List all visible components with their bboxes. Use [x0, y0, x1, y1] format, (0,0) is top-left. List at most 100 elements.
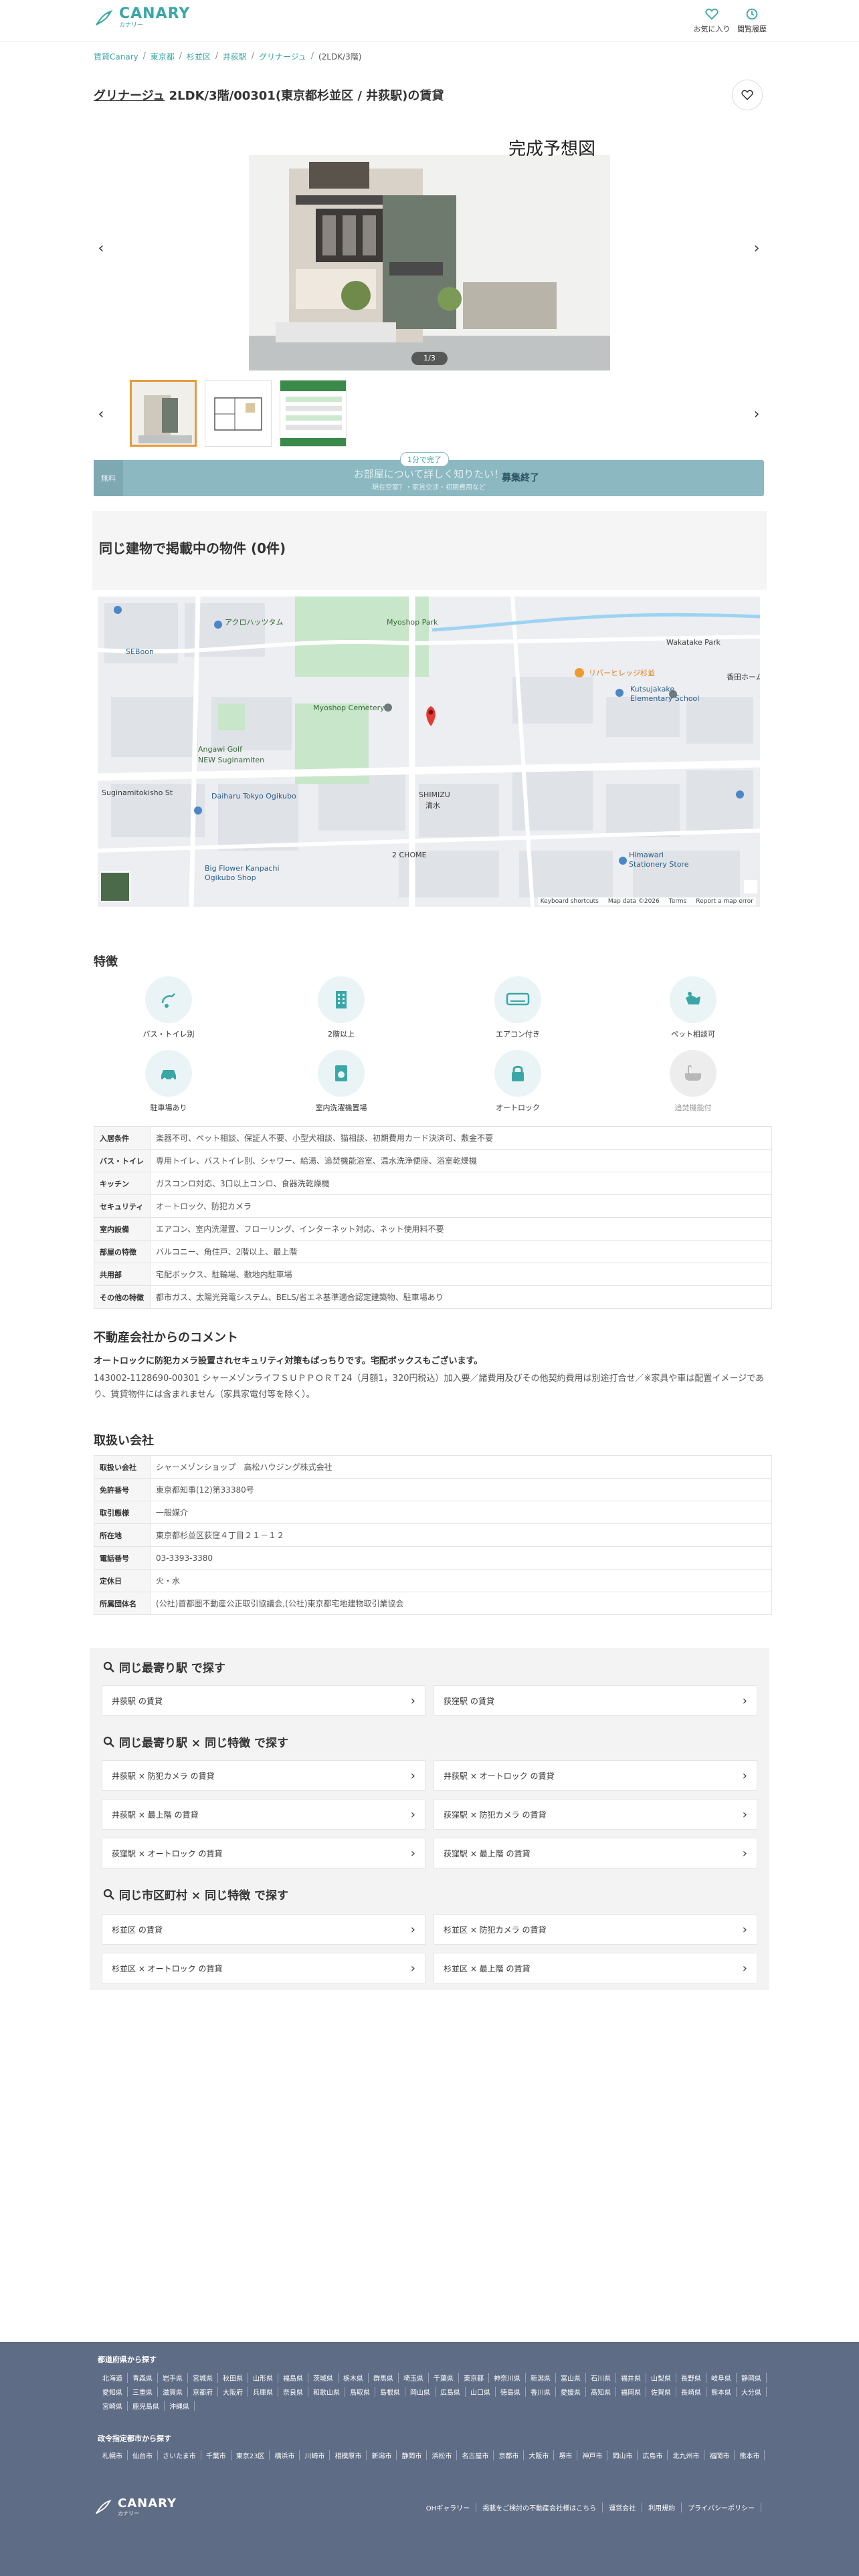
thumbs-next-arrow[interactable]: ›: [747, 404, 767, 424]
search-link[interactable]: 井荻駅 × オートロック の賃貸 ›: [434, 1760, 757, 1791]
search-link[interactable]: 荻窪駅 × 最上階 の賃貸 ›: [434, 1838, 757, 1868]
prefecture-link[interactable]: 埼玉県: [399, 2373, 429, 2383]
city-link[interactable]: 横浜市: [270, 2450, 300, 2460]
search-link[interactable]: 荻窪駅 の賃貸 ›: [434, 1685, 757, 1716]
favorite-toggle-button[interactable]: [732, 80, 763, 110]
prefecture-link[interactable]: 山梨県: [646, 2373, 676, 2383]
footer-link[interactable]: 利用規約: [642, 2502, 682, 2512]
prefecture-link[interactable]: 滋賀県: [158, 2387, 188, 2397]
breadcrumb-item[interactable]: グリナージュ: [259, 51, 306, 62]
prefecture-link[interactable]: 大阪府: [218, 2387, 248, 2397]
prefecture-link[interactable]: 山口県: [466, 2387, 496, 2397]
city-link[interactable]: 神戸市: [577, 2450, 608, 2460]
prefecture-link[interactable]: 宮崎県: [98, 2401, 128, 2411]
prefecture-link[interactable]: 徳島県: [496, 2387, 526, 2397]
search-link[interactable]: 井荻駅 × 防犯カメラ の賃貸 ›: [102, 1760, 425, 1791]
gallery-prev-arrow[interactable]: ‹: [91, 238, 111, 258]
prefecture-link[interactable]: 神奈川県: [489, 2373, 526, 2383]
prefecture-link[interactable]: 東京都: [459, 2373, 489, 2383]
city-link[interactable]: 静岡市: [397, 2450, 427, 2460]
prefecture-link[interactable]: 富山県: [556, 2373, 586, 2383]
prefecture-link[interactable]: 北海道: [98, 2373, 128, 2383]
city-link[interactable]: 札幌市: [98, 2450, 128, 2460]
breadcrumb-item[interactable]: 賃貸Canary: [94, 51, 138, 62]
search-link[interactable]: 井荻駅 の賃貸 ›: [102, 1685, 425, 1716]
city-link[interactable]: 岡山市: [607, 2450, 638, 2460]
prefecture-link[interactable]: 奈良県: [278, 2387, 308, 2397]
city-link[interactable]: 東京23区: [231, 2450, 270, 2460]
building-name-link[interactable]: グリナージュ: [94, 89, 165, 103]
prefecture-link[interactable]: 宮城県: [188, 2373, 218, 2383]
prefecture-link[interactable]: 栃木県: [339, 2373, 369, 2383]
prefecture-link[interactable]: 千葉県: [429, 2373, 459, 2383]
prefecture-link[interactable]: 三重県: [128, 2387, 158, 2397]
city-link[interactable]: 川崎市: [300, 2450, 330, 2460]
site-logo[interactable]: CANARY カナリー: [94, 7, 190, 29]
prefecture-link[interactable]: 島根県: [375, 2387, 405, 2397]
prefecture-link[interactable]: 長崎県: [676, 2387, 706, 2397]
history-button[interactable]: 閲覧履歴: [731, 7, 773, 34]
prefecture-link[interactable]: 岡山県: [405, 2387, 436, 2397]
prefecture-link[interactable]: 鹿児島県: [128, 2401, 165, 2411]
breadcrumb-item[interactable]: 井荻駅: [223, 51, 247, 62]
city-link[interactable]: 堺市: [554, 2450, 578, 2460]
prefecture-link[interactable]: 愛知県: [98, 2387, 128, 2397]
prefecture-link[interactable]: 兵庫県: [248, 2387, 278, 2397]
prefecture-link[interactable]: 福島県: [278, 2373, 308, 2383]
footer-link[interactable]: 運営会社: [603, 2502, 643, 2512]
thumbs-prev-arrow[interactable]: ‹: [91, 404, 111, 424]
prefecture-link[interactable]: 群馬県: [369, 2373, 399, 2383]
prefecture-link[interactable]: 鳥取県: [345, 2387, 375, 2397]
prefecture-link[interactable]: 青森県: [128, 2373, 158, 2383]
search-link[interactable]: 杉並区 × 最上階 の賃貸 ›: [434, 1953, 757, 1983]
prefecture-link[interactable]: 静岡県: [737, 2373, 767, 2383]
breadcrumb-item[interactable]: 杉並区: [187, 51, 211, 62]
prefecture-link[interactable]: 岐阜県: [706, 2373, 737, 2383]
map-terms-link[interactable]: Terms: [669, 898, 687, 905]
gallery-next-arrow[interactable]: ›: [747, 238, 767, 258]
search-link[interactable]: 荻窪駅 × オートロック の賃貸 ›: [102, 1838, 425, 1868]
city-link[interactable]: 大阪市: [524, 2450, 555, 2460]
prefecture-link[interactable]: 茨城県: [308, 2373, 339, 2383]
prefecture-link[interactable]: 高知県: [586, 2387, 616, 2397]
city-link[interactable]: 広島市: [638, 2450, 668, 2460]
thumbnail-exterior[interactable]: [130, 380, 197, 447]
footer-link[interactable]: プライバシーポリシー: [682, 2502, 761, 2512]
city-link[interactable]: 浜松市: [427, 2450, 458, 2460]
thumbnail-flyer[interactable]: [280, 380, 347, 447]
prefecture-link[interactable]: 新潟県: [526, 2373, 556, 2383]
search-link[interactable]: 杉並区 × 防犯カメラ の賃貸 ›: [434, 1914, 757, 1945]
prefecture-link[interactable]: 熊本県: [706, 2387, 737, 2397]
location-map[interactable]: アクロハッツタム Myoshop Park Myoshop Cemetery A…: [98, 597, 760, 907]
prefecture-link[interactable]: 京都府: [188, 2387, 218, 2397]
city-link[interactable]: 京都市: [494, 2450, 524, 2460]
prefecture-link[interactable]: 和歌山県: [308, 2387, 345, 2397]
footer-link[interactable]: OHギャラリー: [420, 2502, 477, 2512]
city-link[interactable]: 千葉市: [201, 2450, 231, 2460]
prefecture-link[interactable]: 沖縄県: [165, 2401, 195, 2411]
search-link[interactable]: 荻窪駅 × 防犯カメラ の賃貸 ›: [434, 1799, 757, 1830]
footer-link[interactable]: 掲載をご検討の不動産会社様はこちら: [476, 2502, 603, 2512]
city-link[interactable]: さいたま市: [158, 2450, 201, 2460]
contact-banner[interactable]: 無料 1分で完了 お部屋について詳しく知りたい！ 現在空室？・家賃交渉・初期費用…: [94, 452, 764, 496]
map-report-link[interactable]: Report a map error: [696, 898, 753, 905]
search-link[interactable]: 井荻駅 × 最上階 の賃貸 ›: [102, 1799, 425, 1830]
search-link[interactable]: 杉並区 の賃貸 ›: [102, 1914, 425, 1945]
prefecture-link[interactable]: 香川県: [526, 2387, 556, 2397]
prefecture-link[interactable]: 石川県: [586, 2373, 616, 2383]
city-link[interactable]: 北九州市: [668, 2450, 705, 2460]
prefecture-link[interactable]: 愛媛県: [556, 2387, 586, 2397]
footer-logo[interactable]: CANARY カナリー: [94, 2497, 177, 2517]
prefecture-link[interactable]: 福岡県: [616, 2387, 646, 2397]
search-link[interactable]: 杉並区 × オートロック の賃貸 ›: [102, 1953, 425, 1983]
favorites-button[interactable]: お気に入り: [690, 7, 733, 34]
prefecture-link[interactable]: 福井県: [616, 2373, 646, 2383]
city-link[interactable]: 新潟市: [367, 2450, 397, 2460]
map-keyboard-shortcuts[interactable]: Keyboard shortcuts: [541, 898, 599, 905]
prefecture-link[interactable]: 大分県: [737, 2387, 767, 2397]
prefecture-link[interactable]: 秋田県: [218, 2373, 248, 2383]
city-link[interactable]: 相模原市: [330, 2450, 367, 2460]
city-link[interactable]: 福岡市: [704, 2450, 735, 2460]
prefecture-link[interactable]: 長野県: [676, 2373, 706, 2383]
city-link[interactable]: 名古屋市: [457, 2450, 494, 2460]
